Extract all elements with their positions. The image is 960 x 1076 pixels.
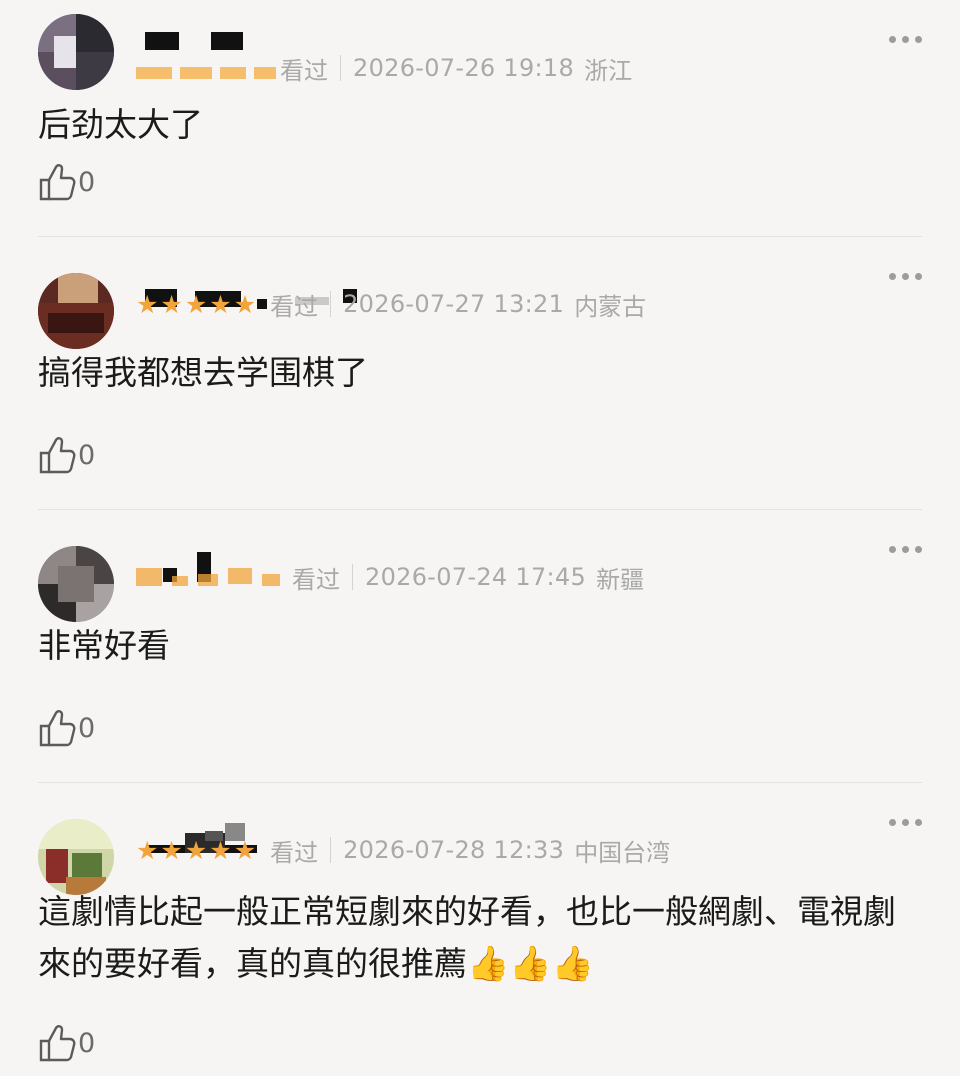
more-dots-icon bbox=[889, 273, 896, 280]
avatar[interactable] bbox=[38, 14, 114, 90]
thumbs-up-icon bbox=[39, 710, 76, 747]
thumbs-up-emoji: 👍👍👍 bbox=[467, 944, 595, 984]
blurred-rating bbox=[136, 57, 276, 79]
comment-text: 非常好看 bbox=[38, 626, 170, 665]
more-dot bbox=[902, 546, 909, 553]
like-button[interactable]: 0 bbox=[38, 708, 95, 748]
comment-item: 看过 2026-07-26 19:18 浙江 后劲太大了 0 bbox=[0, 0, 960, 237]
more-dot bbox=[915, 273, 922, 280]
thumbs-up-icon bbox=[39, 164, 76, 201]
watched-label: 看过 bbox=[270, 292, 319, 321]
like-button[interactable]: 0 bbox=[38, 1023, 95, 1063]
more-dots-icon bbox=[889, 36, 896, 43]
like-button[interactable]: 0 bbox=[38, 162, 95, 202]
comment-region: 内蒙古 bbox=[574, 292, 647, 321]
more-options-button[interactable] bbox=[889, 546, 922, 553]
star-icon: ★ bbox=[209, 835, 232, 865]
comment-time: 2026-07-26 19:18 bbox=[353, 54, 575, 82]
meta-divider bbox=[340, 55, 341, 81]
star-icon: ★ bbox=[136, 835, 159, 865]
comment-meta: 看过 2026-07-24 17:45 新疆 bbox=[136, 559, 644, 595]
comment-item: 看过 2026-07-24 17:45 新疆 非常好看 0 bbox=[0, 510, 960, 783]
more-dot bbox=[902, 273, 909, 280]
blurred-rating bbox=[136, 568, 280, 586]
comment-meta: ★ ★ ★ ★ ★ 看过 2026-07-27 13:21 内蒙古 bbox=[136, 286, 646, 322]
avatar[interactable] bbox=[38, 819, 114, 895]
more-dot bbox=[915, 36, 922, 43]
more-dot bbox=[902, 819, 909, 826]
comment-region: 浙江 bbox=[584, 56, 633, 85]
meta-divider bbox=[330, 291, 332, 317]
rating-stars: ★ ★ ★ ★ ★ bbox=[136, 292, 256, 317]
more-dot bbox=[915, 819, 922, 826]
comment-item: ★ ★ ★ ★ ★ 看过 2026-07-28 12:33 中国台湾 這劇情比起… bbox=[0, 783, 960, 1076]
more-dots-icon bbox=[889, 819, 896, 826]
watched-label: 看过 bbox=[280, 56, 328, 85]
rating-stars: ★ ★ ★ ★ ★ bbox=[136, 838, 256, 863]
star-icon: ★ bbox=[160, 289, 183, 319]
like-button[interactable]: 0 bbox=[38, 435, 95, 475]
comment-region: 新疆 bbox=[596, 565, 645, 594]
comment-time: 2026-07-28 12:33 bbox=[343, 836, 565, 864]
thumbs-up-icon bbox=[39, 1025, 76, 1062]
comment-text: 后劲太大了 bbox=[38, 105, 203, 144]
watched-label: 看过 bbox=[292, 565, 340, 594]
star-icon: ★ bbox=[136, 289, 159, 319]
like-count: 0 bbox=[78, 439, 96, 471]
star-icon: ★ bbox=[184, 289, 208, 319]
comment-region: 中国台湾 bbox=[574, 838, 671, 867]
star-icon: ★ bbox=[209, 289, 232, 319]
star-icon: ★ bbox=[184, 835, 208, 865]
avatar[interactable] bbox=[38, 546, 114, 622]
comment-item: ★ ★ ★ ★ ★ 看过 2026-07-27 13:21 内蒙古 搞得我都想去… bbox=[0, 237, 960, 510]
more-options-button[interactable] bbox=[889, 36, 922, 43]
thumbs-up-icon bbox=[39, 437, 76, 474]
comment-time: 2026-07-24 17:45 bbox=[365, 563, 587, 591]
star-icon: ★ bbox=[233, 289, 257, 319]
avatar[interactable] bbox=[38, 273, 114, 349]
more-dot bbox=[915, 546, 922, 553]
like-count: 0 bbox=[78, 166, 96, 198]
watched-label: 看过 bbox=[270, 838, 319, 867]
comment-time: 2026-07-27 13:21 bbox=[343, 290, 565, 318]
comment-meta: ★ ★ ★ ★ ★ 看过 2026-07-28 12:33 中国台湾 bbox=[136, 832, 670, 868]
comment-text: 這劇情比起一般正常短劇來的好看，也比一般網劇、電視劇來的要好看，真的真的很推薦👍… bbox=[38, 886, 918, 990]
more-dots-icon bbox=[889, 546, 896, 553]
comment-text: 搞得我都想去学围棋了 bbox=[38, 353, 368, 392]
like-count: 0 bbox=[78, 712, 96, 744]
more-options-button[interactable] bbox=[889, 273, 922, 280]
like-count: 0 bbox=[78, 1027, 96, 1059]
star-icon: ★ bbox=[233, 835, 257, 865]
meta-divider bbox=[352, 564, 353, 590]
comment-meta: 看过 2026-07-26 19:18 浙江 bbox=[136, 50, 632, 86]
more-dot bbox=[902, 36, 909, 43]
meta-divider bbox=[330, 837, 332, 863]
more-options-button[interactable] bbox=[889, 819, 922, 826]
star-icon: ★ bbox=[160, 835, 183, 865]
